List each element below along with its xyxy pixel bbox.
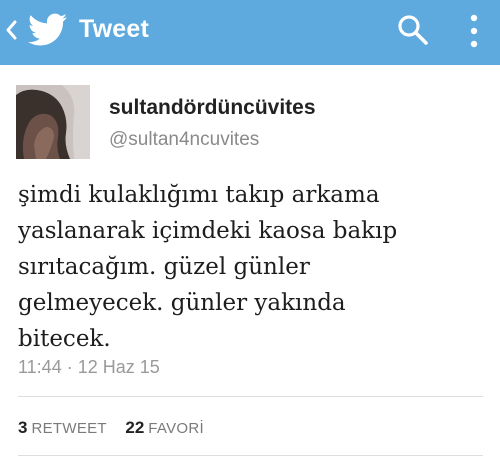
chevron-left-icon[interactable] [4, 18, 18, 42]
tweet-text-line: yaslanarak içimdeki kaosa bakıp [18, 218, 398, 244]
tweet-timestamp: 11:44 · 12 Haz 15 [18, 357, 160, 377]
user-handle[interactable]: @sultan4ncuvites [109, 129, 259, 151]
display-name[interactable]: sultandördüncüvites [109, 96, 316, 120]
tweet-text-line: sırıtacağım. güzel günler [18, 254, 310, 280]
divider [18, 396, 483, 397]
tweet-text-line: gelmeyecek. günler yakında [18, 290, 346, 316]
favorites-count: 22 [125, 418, 145, 437]
retweets-label: RETWEET [31, 420, 107, 437]
retweets-stat[interactable]: 3 RETWEET [18, 418, 107, 438]
favorites-label: FAVORİ [148, 420, 204, 437]
avatar[interactable] [16, 85, 90, 159]
app-bar: Tweet [0, 0, 500, 65]
retweets-count: 3 [18, 418, 28, 437]
overflow-menu-icon[interactable] [468, 11, 480, 51]
search-icon[interactable] [396, 13, 430, 47]
favorites-stat[interactable]: 22 FAVORİ [125, 418, 204, 438]
tweet-stats: 3 RETWEET 22 FAVORİ [18, 418, 218, 438]
divider [18, 455, 483, 456]
tweet-text-line: şimdi kulaklığımı takıp arkama [18, 182, 380, 208]
twitter-bird-icon[interactable] [28, 13, 68, 47]
app-bar-title: Tweet [79, 15, 149, 43]
avatar-photo [16, 85, 90, 159]
tweet-text: şimdi kulaklığımı takıp arkama yaslanara… [18, 177, 488, 357]
tweet-text-line: bitecek. [18, 326, 111, 352]
